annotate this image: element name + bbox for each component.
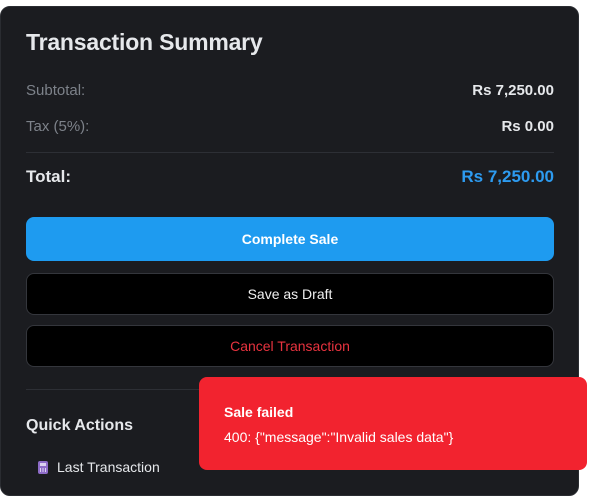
tax-row: Tax (5%): Rs 0.00: [26, 118, 554, 135]
quick-action-last-transaction[interactable]: Last Transaction: [38, 459, 160, 475]
quick-actions-title: Quick Actions: [26, 417, 133, 434]
cancel-transaction-button[interactable]: Cancel Transaction: [26, 325, 554, 367]
subtotal-row: Subtotal: Rs 7,250.00: [26, 82, 554, 99]
complete-sale-button[interactable]: Complete Sale: [26, 217, 554, 261]
error-toast[interactable]: Sale failed 400: {"message":"Invalid sal…: [199, 377, 587, 470]
subtotal-value: Rs 7,250.00: [472, 82, 554, 99]
toast-title: Sale failed: [224, 404, 294, 420]
total-value: Rs 7,250.00: [461, 167, 554, 186]
save-draft-button[interactable]: Save as Draft: [26, 273, 554, 315]
subtotal-label: Subtotal:: [26, 82, 86, 99]
calculator-icon: [38, 460, 48, 474]
total-label: Total:: [26, 167, 72, 186]
summary-divider: [26, 152, 554, 153]
tax-value: Rs 0.00: [501, 118, 554, 135]
panel-title: Transaction Summary: [26, 29, 263, 55]
quick-action-label: Last Transaction: [57, 459, 160, 475]
tax-label: Tax (5%):: [26, 118, 90, 135]
toast-message: 400: {"message":"Invalid sales data"}: [224, 429, 454, 445]
total-row: Total: Rs 7,250.00: [26, 167, 554, 187]
